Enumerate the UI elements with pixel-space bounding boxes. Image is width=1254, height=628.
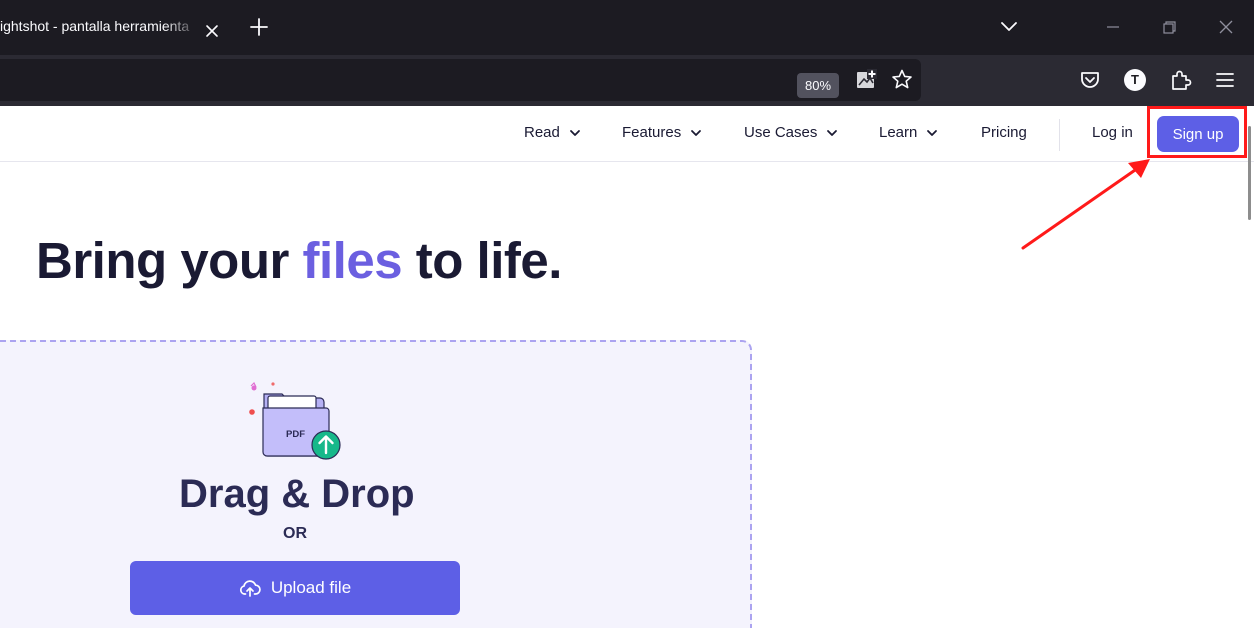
chevron-down-icon	[691, 129, 702, 136]
browser-tab[interactable]: ightshot - pantalla herramienta	[0, 6, 234, 50]
hero-prefix: Bring your	[36, 232, 303, 289]
pdf-label: PDF	[286, 429, 305, 440]
nav-use-cases[interactable]: Use Cases	[744, 124, 839, 141]
url-bar[interactable]: 80%	[0, 59, 921, 101]
nav-use-cases-label: Use Cases	[744, 124, 818, 141]
tab-title: ightshot - pantalla herramienta	[0, 18, 190, 34]
list-all-tabs-icon[interactable]	[998, 16, 1020, 38]
nav-features-label: Features	[622, 124, 682, 141]
hero-suffix: to life.	[402, 232, 563, 289]
restore-window-icon[interactable]	[1156, 14, 1182, 40]
chevron-down-icon	[569, 129, 580, 136]
new-tab-icon[interactable]	[248, 16, 270, 38]
web-page: Read Features Use Cases Learn Pricing Lo…	[0, 106, 1254, 628]
close-tab-icon[interactable]	[203, 22, 221, 40]
page-scrollbar[interactable]	[1248, 126, 1251, 220]
close-window-icon[interactable]	[1213, 14, 1239, 40]
hero-accent-word: files	[302, 232, 403, 289]
account-avatar[interactable]: T	[1124, 69, 1146, 91]
pdf-folder-upload-icon: PDF	[249, 381, 341, 460]
nav-read[interactable]: Read	[524, 124, 582, 141]
upload-file-button[interactable]: Upload file	[130, 561, 460, 615]
hero-heading: Bring your files to life.	[36, 231, 562, 290]
chevron-down-icon	[927, 129, 938, 136]
browser-tab-bar: ightshot - pantalla herramienta	[0, 0, 1254, 55]
chevron-down-icon	[827, 129, 838, 136]
nav-pricing[interactable]: Pricing	[981, 124, 1027, 141]
bookmark-star-icon[interactable]	[889, 67, 915, 93]
zoom-level-badge[interactable]: 80%	[797, 73, 840, 98]
cloud-upload-icon	[239, 580, 261, 597]
annotation-arrow	[1021, 159, 1150, 250]
nav-features[interactable]: Features	[622, 124, 703, 141]
browser-toolbar: 80% T	[0, 55, 1254, 106]
app-menu-icon[interactable]	[1212, 67, 1238, 93]
annotation-highlight-box	[1147, 106, 1247, 158]
screenshot-extension-icon[interactable]	[853, 67, 879, 93]
nav-pricing-label: Pricing	[981, 124, 1027, 141]
login-link[interactable]: Log in	[1092, 124, 1133, 141]
pocket-icon[interactable]	[1077, 67, 1103, 93]
nav-learn[interactable]: Learn	[879, 124, 939, 141]
nav-read-label: Read	[524, 124, 560, 141]
minimize-window-icon[interactable]	[1100, 14, 1126, 40]
nav-learn-label: Learn	[879, 124, 918, 141]
extensions-puzzle-icon[interactable]	[1168, 67, 1194, 93]
dropzone-or-label: OR	[283, 525, 307, 542]
upload-file-label: Upload file	[270, 578, 352, 597]
dropzone-title: Drag & Drop	[179, 472, 415, 516]
